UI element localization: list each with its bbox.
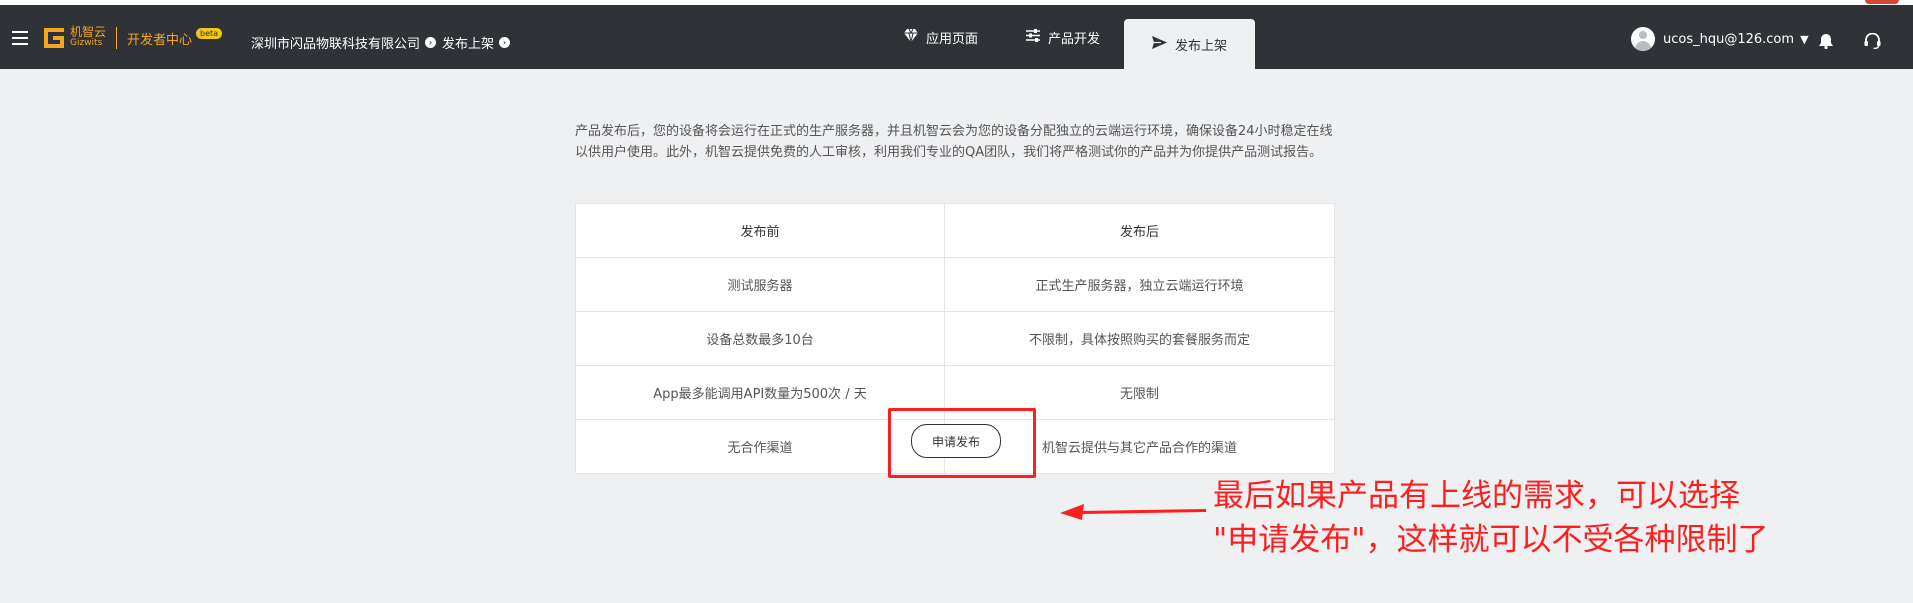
column-header: 发布后 [944,203,1335,258]
table-row: 测试服务器 正式生产服务器，独立云端运行环境 [575,257,1335,312]
tab-label: 产品开发 [1048,31,1101,47]
diamond-icon [904,28,918,46]
user-menu[interactable]: ucos_hqu@126.com ▼ [1631,27,1809,51]
dev-center-label: 开发者中心 [127,32,193,48]
bell-icon[interactable] [1819,34,1833,50]
table-cell: 不限制，具体按照购买的套餐服务而定 [944,311,1335,366]
table-cell: 正式生产服务器，独立云端运行环境 [944,257,1335,312]
beta-badge: beta [196,27,223,39]
release-description: 产品发布后，您的设备将会运行在正式的生产服务器，并且机智云会为您的设备分配独立的… [575,124,1333,160]
tab-label: 应用页面 [926,31,979,47]
tab-app-pages[interactable]: 应用页面 [880,5,1002,69]
table-header-row: 发布前 发布后 [575,203,1335,258]
company-name[interactable]: 深圳市闪品物联科技有限公司 [251,33,420,52]
top-navbar: 机智云 Gizwits 开发者中心 beta 深圳市闪品物联科技有限公司 › 发… [0,5,1913,69]
breadcrumb: 深圳市闪品物联科技有限公司 › 发布上架 › [251,33,516,52]
user-email: ucos_hqu@126.com [1663,31,1795,47]
gizwits-logo-icon [44,28,64,48]
main-tabs: 应用页面 产品开发 发布上架 [880,5,1256,69]
annotation-text: 最后如果产品有上线的需求，可以选择 "申请发布"，这样就可以不受各种限制了 [1213,474,1769,562]
tab-label: 发布上架 [1175,38,1228,54]
brand-name: 机智云 Gizwits [70,25,107,49]
chevron-right-icon[interactable]: › [425,37,437,48]
red-corner-tab [1865,0,1899,4]
logo-divider [116,27,118,49]
column-header: 发布前 [575,203,945,258]
tab-product-dev[interactable]: 产品开发 [1002,5,1124,69]
brand-logo[interactable]: 机智云 Gizwits 开发者中心 beta [44,25,223,51]
highlight-box [888,408,1036,478]
release-breadcrumb[interactable]: 发布上架 [442,33,494,52]
annotation-line: 最后如果产品有上线的需求，可以选择 [1213,478,1740,514]
annotation-arrow [1060,504,1207,524]
send-icon [1152,35,1168,53]
sliders-icon [1026,28,1041,46]
table-cell: 测试服务器 [575,257,945,312]
table-cell: 设备总数最多10台 [575,311,945,366]
brand-name-cn: 机智云 [70,25,107,39]
caret-down-icon: ▼ [1800,32,1809,46]
annotation-line: "申请发布"，这样就可以不受各种限制了 [1213,522,1769,558]
table-row: 设备总数最多10台 不限制，具体按照购买的套餐服务而定 [575,311,1335,366]
headset-icon[interactable] [1864,32,1881,50]
chevron-right-icon[interactable]: › [499,37,511,48]
avatar [1631,27,1655,51]
tab-release[interactable]: 发布上架 [1124,19,1256,69]
menu-icon[interactable] [12,31,28,45]
brand-name-en: Gizwits [70,38,103,48]
